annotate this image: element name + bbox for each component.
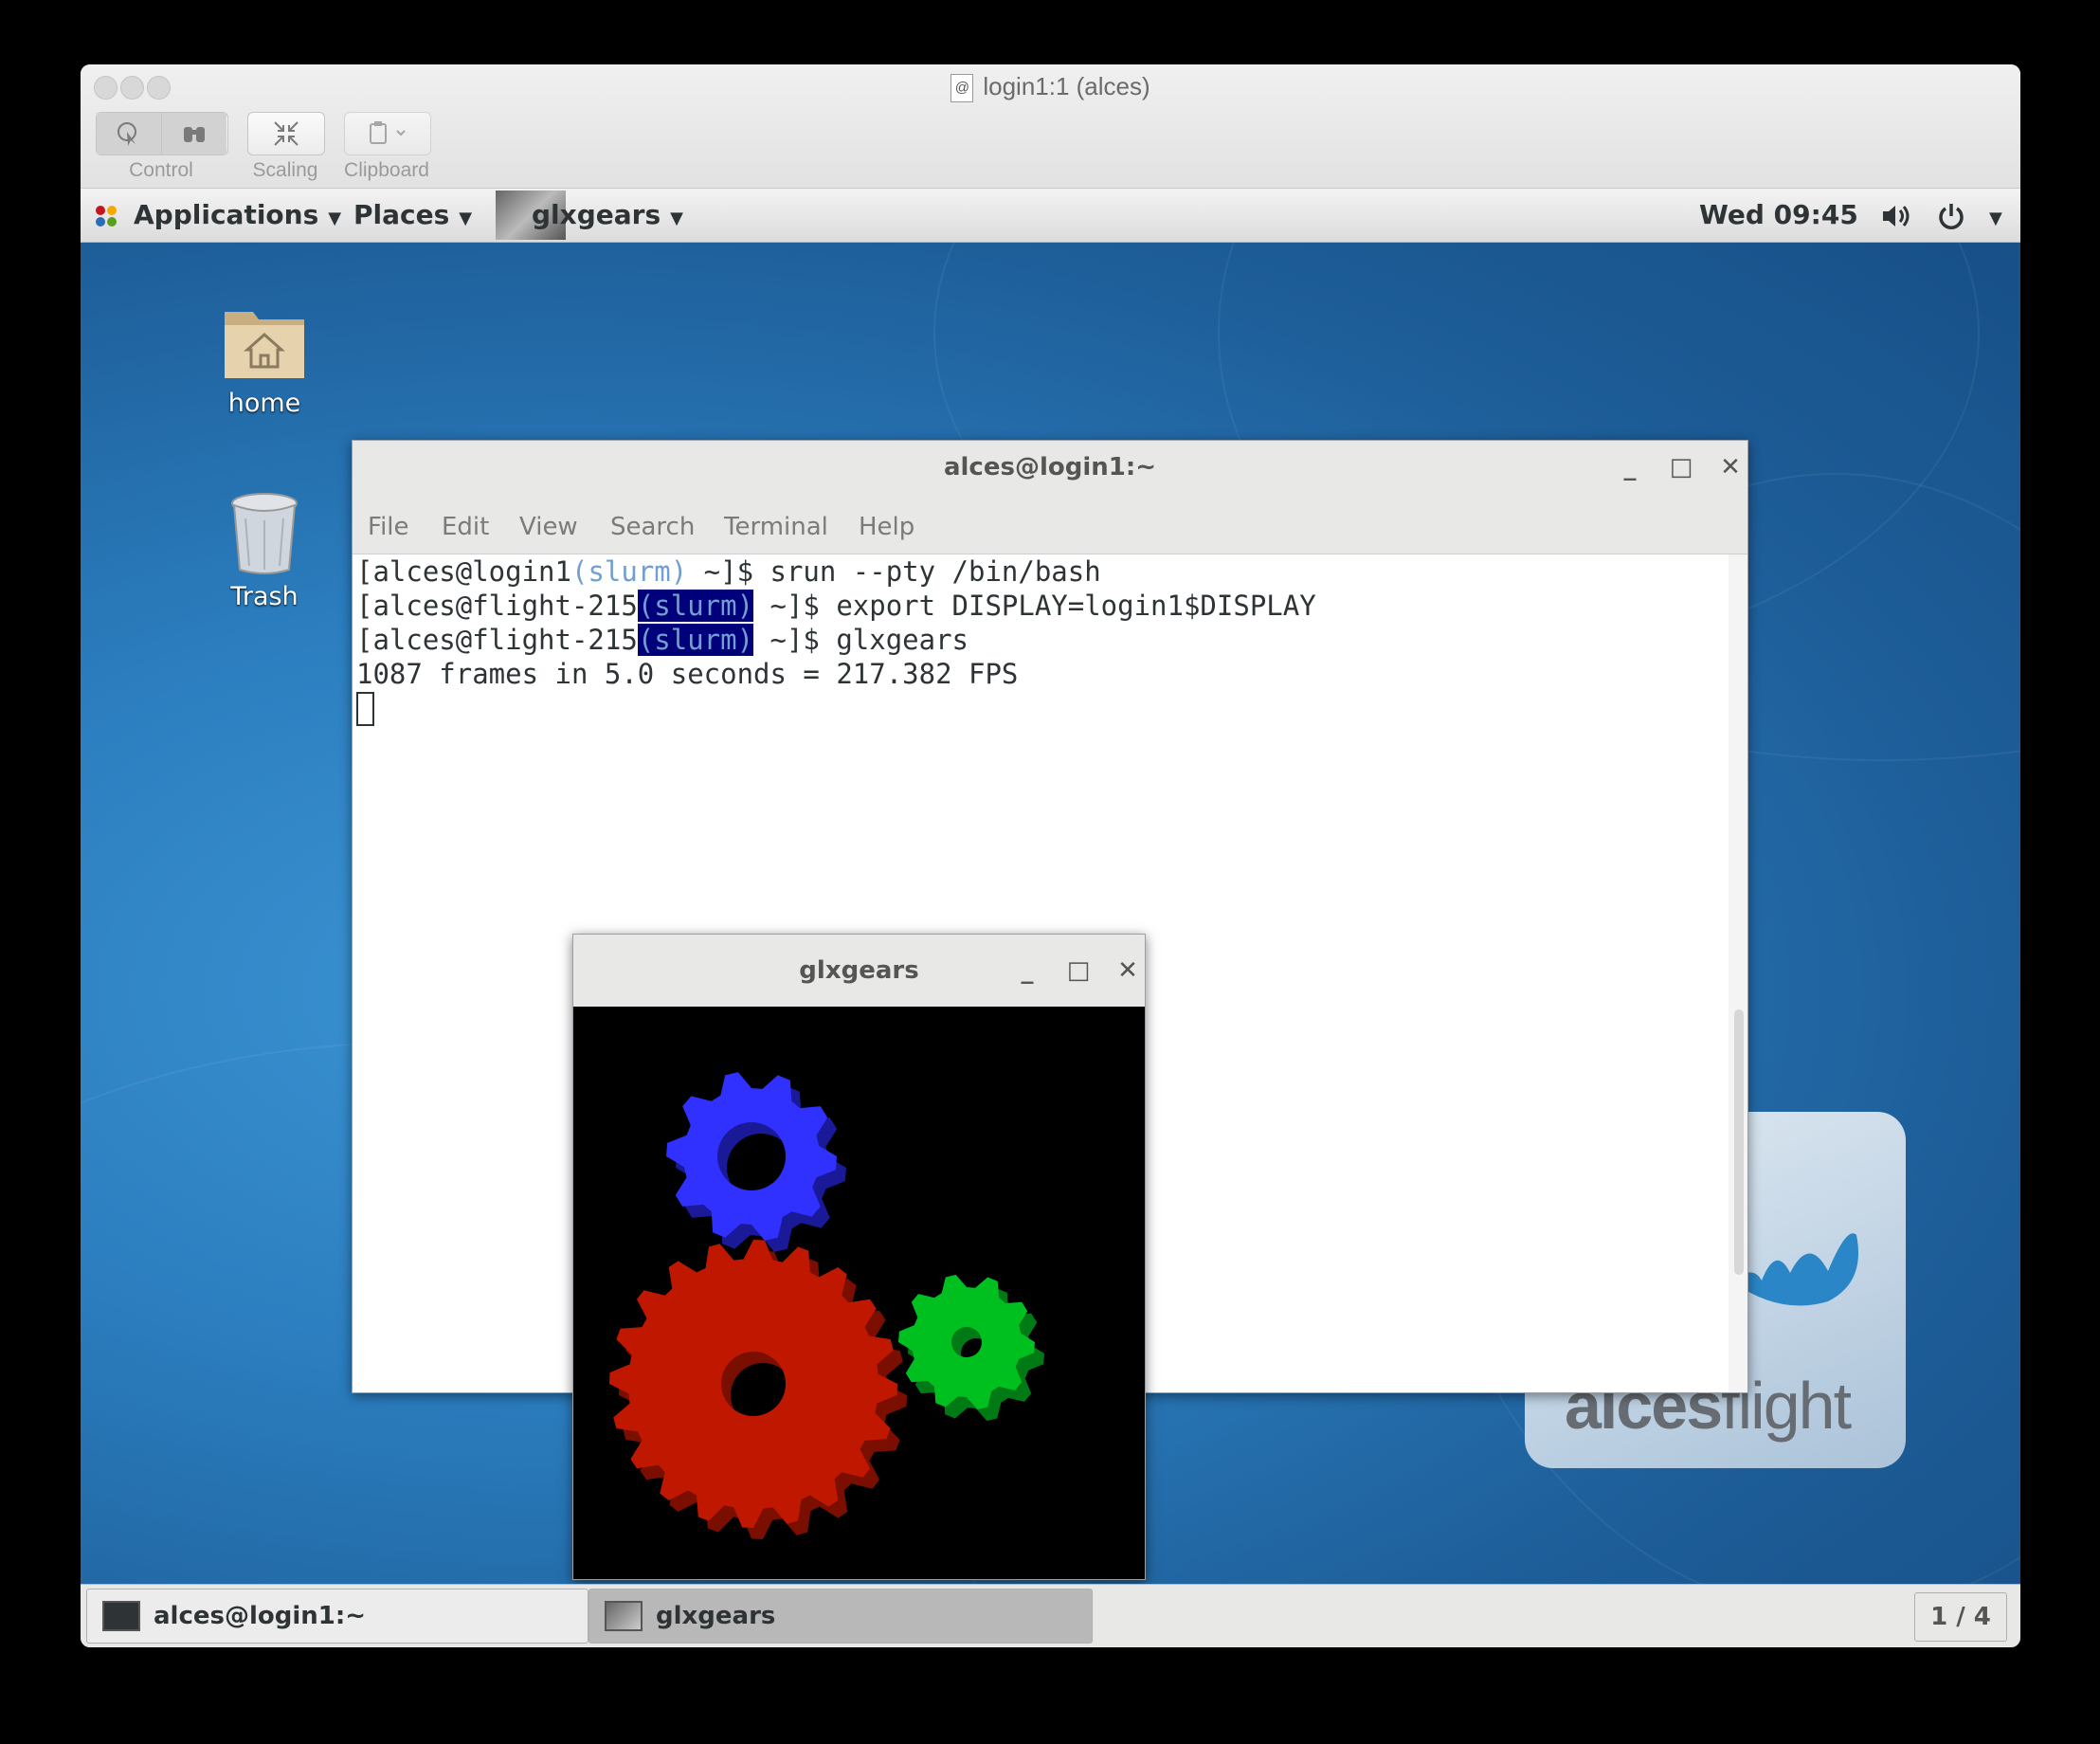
glxgears-icon xyxy=(605,1601,643,1631)
vnc-titlebar: @ login1:1 (alces) Control Scaling Clipb… xyxy=(81,64,2020,189)
chevron-down-icon: ▼ xyxy=(459,209,473,228)
clipboard-label: Clipboard xyxy=(344,159,429,181)
close-icon[interactable]: ✕ xyxy=(1111,954,1145,988)
folder-home-icon xyxy=(225,312,304,378)
scaling-button[interactable] xyxy=(248,113,324,154)
scaling-label: Scaling xyxy=(252,159,318,181)
vnc-viewer-window: @ login1:1 (alces) Control Scaling Clipb… xyxy=(81,64,2020,1647)
active-app-label: glxgears xyxy=(532,199,661,230)
home-desktop-icon[interactable]: home xyxy=(198,302,331,418)
menu-view[interactable]: View xyxy=(519,491,578,563)
vnc-title-text: login1:1 (alces) xyxy=(983,72,1150,100)
chevron-down-icon: ▼ xyxy=(670,209,683,228)
menu-file[interactable]: File xyxy=(368,491,409,563)
volume-icon[interactable] xyxy=(1881,189,1915,242)
clipboard-button[interactable] xyxy=(345,113,430,154)
remote-desktop: Applications ▼ Places ▼ glxgears ▼ Wed 09:4… xyxy=(81,189,2020,1647)
speaker-icon xyxy=(1883,206,1910,227)
terminal-line: [alces@flight-215(slurm) ~]$ glxgears xyxy=(356,623,969,657)
slurm-tag: (slurm) xyxy=(637,624,754,656)
trash-icon-label: Trash xyxy=(230,582,299,611)
control-label: Control xyxy=(129,159,193,181)
clipboard-segment xyxy=(344,112,431,155)
vnc-window-title: @ login1:1 (alces) xyxy=(81,72,2020,103)
control-segment xyxy=(96,112,228,155)
terminal-line: 1087 frames in 5.0 seconds = 217.382 FPS xyxy=(356,658,1019,690)
glxgears-window[interactable]: glxgears _ □ ✕ xyxy=(572,934,1146,1580)
taskbar-item-glxgears[interactable]: glxgears xyxy=(588,1589,1093,1644)
slurm-tag: (slurm) xyxy=(637,590,754,622)
vnc-document-icon: @ xyxy=(950,74,974,103)
terminal-line: [alces@login1(slurm) ~]$ srun --pty /bin… xyxy=(356,554,1101,589)
gear-face xyxy=(609,1240,897,1528)
terminal-titlebar[interactable]: alces@login1:~ _ □ ✕ xyxy=(353,441,1747,491)
scaling-segment xyxy=(247,112,325,155)
taskbar-item-label: alces@login1:~ xyxy=(154,1602,367,1630)
command-text: ~]$ export DISPLAY=login1$DISPLAY xyxy=(753,590,1316,622)
trash-icon xyxy=(231,493,298,574)
terminal-menubar: File Edit View Search Terminal Help xyxy=(353,491,1747,554)
pointer-control-button[interactable] xyxy=(97,113,161,154)
applications-label: Applications xyxy=(134,199,319,230)
active-app-menu[interactable]: glxgears ▼ xyxy=(496,189,717,242)
places-label: Places xyxy=(353,199,450,230)
terminal-icon xyxy=(102,1601,140,1631)
blue-gear xyxy=(666,1072,846,1252)
prompt-text: [alces@flight-215 xyxy=(356,590,638,622)
command-text: ~]$ srun --pty /bin/bash xyxy=(687,555,1101,588)
menu-help[interactable]: Help xyxy=(859,491,914,563)
menu-search[interactable]: Search xyxy=(610,491,695,563)
power-icon xyxy=(1939,204,1964,229)
glxgears-titlebar[interactable]: glxgears _ □ ✕ xyxy=(573,935,1145,1007)
power-menu[interactable]: ▼ xyxy=(1936,189,2002,242)
clock[interactable]: Wed 09:45 xyxy=(1699,189,1858,242)
home-icon-label: home xyxy=(227,389,301,418)
close-icon[interactable]: ✕ xyxy=(1713,450,1747,484)
maximize-icon[interactable]: □ xyxy=(1061,954,1095,988)
green-gear xyxy=(898,1274,1044,1422)
trash-desktop-icon[interactable]: Trash xyxy=(198,490,331,611)
glxgears-title: glxgears xyxy=(799,956,919,985)
terminal-title: alces@login1:~ xyxy=(943,453,1157,481)
menu-edit[interactable]: Edit xyxy=(442,491,489,563)
terminal-scrollbar[interactable] xyxy=(1734,1009,1744,1275)
minimize-icon[interactable]: _ xyxy=(1010,954,1044,988)
command-text: ~]$ glxgears xyxy=(753,624,969,656)
alces-wave-icon xyxy=(1733,1233,1858,1306)
glxgears-render-canvas xyxy=(609,1072,1044,1539)
binoculars-control-button[interactable] xyxy=(161,113,226,154)
gnome-top-panel: Applications ▼ Places ▼ glxgears ▼ Wed 09:4… xyxy=(81,189,2020,243)
terminal-cursor xyxy=(356,692,374,726)
scaling-arrows-icon xyxy=(274,121,299,146)
terminal-line: [alces@flight-215(slurm) ~]$ export DISP… xyxy=(356,589,1316,623)
prompt-text: [alces@login1 xyxy=(356,555,571,588)
chevron-down-icon: ▼ xyxy=(328,209,342,228)
minimize-icon[interactable]: _ xyxy=(1613,450,1647,484)
slurm-tag: (slurm) xyxy=(570,555,688,588)
taskbar-item-terminal[interactable]: alces@login1:~ xyxy=(86,1589,588,1644)
places-menu[interactable]: Places ▼ xyxy=(353,189,472,242)
maximize-icon[interactable]: □ xyxy=(1664,450,1698,484)
applications-menu[interactable]: Applications ▼ xyxy=(92,189,341,242)
clipboard-icon xyxy=(370,121,406,144)
prompt-text: [alces@flight-215 xyxy=(356,624,638,656)
bottom-taskbar: alces@login1:~ glxgears 1 / 4 xyxy=(81,1584,2020,1647)
gnome-foot-icon xyxy=(96,206,117,227)
workspace-switcher[interactable]: 1 / 4 xyxy=(1914,1592,2007,1642)
chevron-down-icon: ▼ xyxy=(1989,209,2002,228)
binoculars-icon xyxy=(184,127,205,142)
taskbar-item-label: glxgears xyxy=(656,1602,776,1630)
menu-terminal[interactable]: Terminal xyxy=(724,491,828,563)
red-gear xyxy=(609,1240,907,1539)
pointer-icon xyxy=(118,122,136,146)
